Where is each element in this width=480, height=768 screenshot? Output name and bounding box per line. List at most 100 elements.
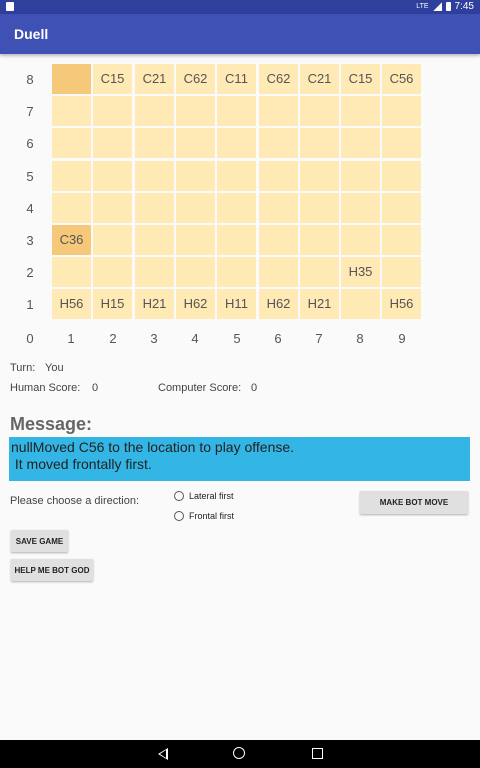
board-cell[interactable] (93, 225, 132, 255)
board-cell[interactable] (382, 225, 421, 255)
board-cell[interactable] (52, 257, 91, 287)
board-cell[interactable]: H62 (176, 289, 215, 319)
board-cell[interactable]: H21 (135, 289, 174, 319)
radio-circle-icon[interactable] (174, 491, 184, 501)
board-cell[interactable] (341, 161, 380, 191)
board-cell[interactable] (176, 161, 215, 191)
board-cell[interactable] (300, 225, 339, 255)
board-cell[interactable] (93, 96, 132, 126)
computer-score-value: 0 (251, 382, 258, 394)
board-cell[interactable] (135, 225, 174, 255)
board-cell[interactable] (93, 193, 132, 223)
row-label: 4 (26, 201, 34, 216)
board-cell[interactable] (382, 128, 421, 158)
board-cell[interactable]: C56 (382, 64, 421, 94)
board-cell[interactable] (259, 257, 298, 287)
board-cell[interactable]: C36 (52, 225, 91, 255)
board-cell[interactable]: C15 (341, 64, 380, 94)
human-score-label: Human Score: (10, 382, 81, 394)
board-cell[interactable] (259, 193, 298, 223)
board-cell[interactable] (341, 96, 380, 126)
message-title: Message: (10, 414, 93, 434)
board-cell[interactable] (176, 225, 215, 255)
board-cell[interactable] (176, 257, 215, 287)
recent-apps-icon[interactable] (312, 748, 323, 759)
board-cell[interactable] (52, 128, 91, 158)
board-cell[interactable] (382, 193, 421, 223)
board-cell[interactable]: C15 (93, 64, 132, 94)
board-cell[interactable] (217, 257, 256, 287)
board-cell[interactable] (93, 128, 132, 158)
board-cell[interactable]: C62 (259, 64, 298, 94)
back-icon[interactable] (158, 748, 168, 760)
board-cell[interactable] (259, 161, 298, 191)
save-game-button[interactable]: SAVE GAME (11, 530, 68, 552)
board-cell[interactable] (341, 225, 380, 255)
home-icon[interactable] (233, 747, 245, 759)
board-cell[interactable]: H21 (300, 289, 339, 319)
board-cell[interactable] (52, 161, 91, 191)
col-label: 0 (26, 331, 34, 346)
radio-lateral-first[interactable]: Lateral first (174, 491, 234, 501)
board-cell[interactable]: H62 (259, 289, 298, 319)
board-cell[interactable]: H35 (341, 257, 380, 287)
board-cell[interactable] (300, 96, 339, 126)
row-label: 1 (26, 297, 34, 312)
board-cell[interactable]: C11 (217, 64, 256, 94)
board-cell[interactable] (217, 96, 256, 126)
board-cell[interactable] (259, 128, 298, 158)
col-label: 8 (356, 331, 364, 346)
board-cell[interactable] (300, 257, 339, 287)
board-cell[interactable] (135, 128, 174, 158)
board-cell[interactable] (93, 257, 132, 287)
board-cell[interactable] (135, 96, 174, 126)
row-label: 6 (26, 136, 34, 151)
board-cell[interactable]: H56 (52, 289, 91, 319)
board-cell[interactable] (341, 289, 380, 319)
board-cell[interactable] (135, 161, 174, 191)
radio-circle-icon[interactable] (174, 511, 184, 521)
row-label: 7 (26, 104, 34, 119)
board-cell[interactable]: H11 (217, 289, 256, 319)
turn-label: Turn: (10, 362, 36, 374)
board-cell[interactable] (176, 128, 215, 158)
board-cell[interactable] (300, 161, 339, 191)
board-cell[interactable]: C21 (300, 64, 339, 94)
row-label: 8 (26, 72, 34, 87)
board-cell[interactable] (217, 193, 256, 223)
make-bot-move-button[interactable]: MAKE BOT MOVE (360, 491, 468, 514)
board-cell[interactable]: C21 (135, 64, 174, 94)
board-cell[interactable] (300, 193, 339, 223)
board-cell[interactable] (341, 193, 380, 223)
board-cell[interactable] (176, 193, 215, 223)
board-cell[interactable] (135, 257, 174, 287)
board-cell[interactable] (382, 257, 421, 287)
network-label: LTE (416, 3, 429, 10)
board-cell[interactable] (135, 193, 174, 223)
board-cell[interactable] (259, 225, 298, 255)
board-cell[interactable] (300, 128, 339, 158)
board-cell[interactable]: H56 (382, 289, 421, 319)
board-cell[interactable] (93, 161, 132, 191)
board-cell[interactable] (341, 128, 380, 158)
board-cell[interactable] (52, 193, 91, 223)
radio-frontal-first[interactable]: Frontal first (174, 511, 234, 521)
board-cell[interactable] (382, 161, 421, 191)
board-cell[interactable]: C62 (176, 64, 215, 94)
help-me-bot-god-button[interactable]: HELP ME BOT GOD (11, 559, 93, 581)
board-cell[interactable] (382, 96, 421, 126)
board-cell[interactable]: H15 (93, 289, 132, 319)
board-cell[interactable] (217, 225, 256, 255)
nav-bar (0, 740, 480, 768)
radio-lateral-label: Lateral first (189, 491, 234, 501)
sd-card-icon (6, 2, 14, 11)
board-cell[interactable] (217, 128, 256, 158)
board-cell[interactable] (217, 161, 256, 191)
col-label: 9 (398, 331, 406, 346)
message-line-2: It moved frontally first. (11, 456, 152, 472)
board-cell[interactable] (52, 64, 91, 94)
board-cell[interactable] (259, 96, 298, 126)
row-label: 3 (26, 233, 34, 248)
board-cell[interactable] (176, 96, 215, 126)
board-cell[interactable] (52, 96, 91, 126)
